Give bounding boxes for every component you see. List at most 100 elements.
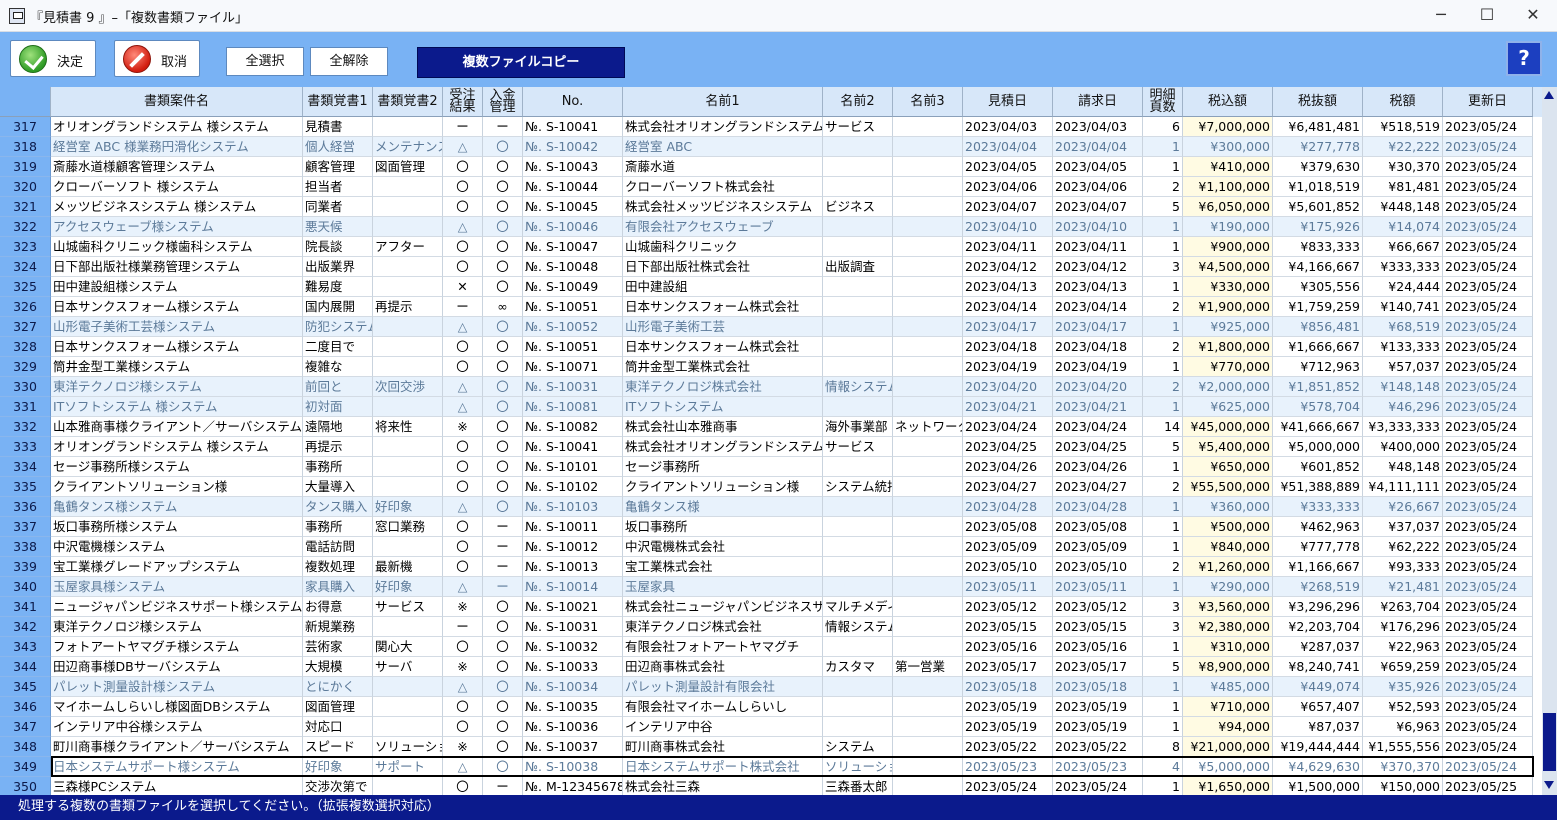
cell-name1: ITソフトシステム — [623, 397, 823, 417]
table-row[interactable]: 317 オリオングランドシステム 様システム 見積書ーー №. S-10041 株式会社… — [0, 117, 1542, 137]
header-name3[interactable]: 名前3 — [893, 87, 963, 117]
cell-name3 — [893, 457, 963, 477]
cell-name1: 田辺商事株式会社 — [623, 657, 823, 677]
app-icon[interactable] — [9, 8, 25, 24]
header-order-result[interactable]: 受注 結果 — [443, 87, 483, 117]
header-updated-date[interactable]: 更新日 — [1443, 87, 1533, 117]
table-row[interactable]: 323 山城歯科クリニック様歯科システム 院長談 アフター〇〇 №. S-10047 山城… — [0, 237, 1542, 257]
table-row[interactable]: 325 田中建設組様システム 難易度 ✕ 〇 №. S-10049 田中建設組 2023/04… — [0, 277, 1542, 297]
table-row[interactable]: 327 山形電子美術工芸様システム 防犯システム △ 〇 №. S-10052 山形電子美術… — [0, 317, 1542, 337]
header-payment[interactable]: 入金 管理 — [483, 87, 523, 117]
header-name1[interactable]: 名前1 — [623, 87, 823, 117]
header-tax[interactable]: 税額 — [1363, 87, 1443, 117]
table-row[interactable]: 341 ニュージャパンビジネスサポート様システム お得意 サービス ※ 〇 №. S-100… — [0, 597, 1542, 617]
header-doc-no[interactable]: No. — [523, 87, 623, 117]
scroll-thumb[interactable] — [1543, 713, 1556, 771]
table-row[interactable]: 347 インテリア中谷様システム 対応口〇〇 №. S-10036 インテリア中谷 202… — [0, 717, 1542, 737]
table-row[interactable]: 344 田辺商事様DBサーバシステム 大規模 サーバ ※ 〇 №. S-10033 田辺商事株… — [0, 657, 1542, 677]
header-invoice-date[interactable]: 請求日 — [1053, 87, 1143, 117]
cell-amount-tax-incl: ¥650,000 — [1183, 457, 1273, 477]
table-row[interactable]: 340 玉屋家具様システム 家具購入 好印象 △ ー №. S-10014 玉屋家具 2023/… — [0, 577, 1542, 597]
vertical-scrollbar[interactable] — [1542, 87, 1557, 795]
cell-memo2: 再提示 — [373, 297, 443, 317]
copy-files-button[interactable]: 複数ファイルコピー — [417, 47, 625, 78]
maximize-icon[interactable]: ☐ — [1464, 0, 1510, 32]
table-row[interactable]: 329 筒井金型工業様システム 複雑な〇〇 №. S-10071 筒井金型工業株式会社 2… — [0, 357, 1542, 377]
cell-row-number: 341 — [0, 597, 51, 617]
cell-memo1: お得意 — [303, 597, 373, 617]
table-row[interactable]: 326 日本サンクスフォーム様システム 国内展開 再提示ー ∞ №. S-10051 日本サ… — [0, 297, 1542, 317]
table-row[interactable]: 342 東洋テクノロジ様システム 新規業務 ー〇 №. S-10031 東洋テクノロジ株式… — [0, 617, 1542, 637]
cell-row-number: 328 — [0, 337, 51, 357]
table-row[interactable]: 349 日本システムサポート様システム 好印象 サポート △ 〇 №. S-10038 日本シ… — [0, 757, 1542, 777]
cell-name1: クライアントソリューション様 — [623, 477, 823, 497]
help-icon[interactable]: ? — [1506, 41, 1542, 76]
table-row[interactable]: 350 三森様PCシステム 交渉次第で 〇ー №. M-123456789 株式会社三森三… — [0, 777, 1542, 797]
header-row-number[interactable] — [0, 87, 51, 117]
select-all-button[interactable]: 全選択 — [226, 47, 304, 76]
table-row[interactable]: 332 山本雅商事様クライアント／サーバシステム 遠隔地 将来性 ※ 〇 №. S-1008… — [0, 417, 1542, 437]
table-row[interactable]: 320 クローバーソフト 様システム 担当者〇〇 №. S-10044 クローバーソフト… — [0, 177, 1542, 197]
table-row[interactable]: 346 マイホームしらいし様図面DBシステム 図面管理〇〇 №. S-10035 有限会… — [0, 697, 1542, 717]
close-icon[interactable]: ✕ — [1510, 0, 1556, 32]
table-row[interactable]: 334 セージ事務所様システム 事務所〇〇 №. S-10101 セージ事務所 2023/… — [0, 457, 1542, 477]
header-name2[interactable]: 名前2 — [823, 87, 893, 117]
minimize-icon[interactable]: ─ — [1418, 0, 1464, 32]
cell-estimate-date: 2023/04/17 — [963, 317, 1053, 337]
cell-memo2: 好印象 — [373, 497, 443, 517]
cell-order-result: 〇 — [443, 717, 483, 737]
scroll-up-icon[interactable] — [1544, 91, 1554, 99]
header-doc-name[interactable]: 書類案件名 — [51, 87, 303, 117]
header-amount-tax-incl[interactable]: 税込額 — [1183, 87, 1273, 117]
cell-tax: ¥68,519 — [1363, 317, 1443, 337]
cell-name2: システム統括 — [823, 477, 893, 497]
header-memo2[interactable]: 書類覚書2 — [373, 87, 443, 117]
table-row[interactable]: 322 アクセスウェーブ様システム 悪天候 △ 〇 №. S-10046 有限会社アクセスウ… — [0, 217, 1542, 237]
deselect-all-button[interactable]: 全解除 — [310, 47, 388, 76]
header-amount-tax-excl[interactable]: 税抜額 — [1273, 87, 1363, 117]
table-row[interactable]: 328 日本サンクスフォーム様システム 二度目で〇〇 №. S-10051 日本サンクス… — [0, 337, 1542, 357]
cell-doc-no: №. S-10043 — [523, 157, 623, 177]
cell-amount-tax-incl: ¥330,000 — [1183, 277, 1273, 297]
document-grid[interactable]: 書類案件名 書類覚書1 書類覚書2 受注 結果 入金 管理 No. 名前1 名前2 名前3 見積日 請求… — [0, 87, 1542, 797]
table-row[interactable]: 348町川商事様クライアント／サーバシステムスピードソリューション※〇№. S-… — [0, 737, 1542, 757]
cell-tax: ¥6,963 — [1363, 717, 1443, 737]
table-row[interactable]: 318 経営室 ABC 様業務円滑化システム 個人経営 メンテナンス △ 〇 №. S-10… — [0, 137, 1542, 157]
table-row[interactable]: 331 ITソフトシステム 様システム 初対面 △ 〇 №. S-10081 ITソフトシス… — [0, 397, 1542, 417]
cell-memo1: 芸術家 — [303, 637, 373, 657]
table-row[interactable]: 321 メッツビジネスシステム 様システム 同業者〇〇 №. S-10045 株式会社メ… — [0, 197, 1542, 217]
cell-doc-no: №. S-10044 — [523, 177, 623, 197]
table-row[interactable]: 339 宝工業様グレードアップシステム 複数処理 最新機〇ー №. S-10013 宝工業… — [0, 557, 1542, 577]
table-row[interactable]: 319 斎藤水道様顧客管理システム 顧客管理 図面管理〇〇 №. S-10043 斎藤水道… — [0, 157, 1542, 177]
cell-name1: 坂口事務所 — [623, 517, 823, 537]
cancel-button[interactable]: 取消 — [114, 40, 200, 77]
header-estimate-date[interactable]: 見積日 — [963, 87, 1053, 117]
cell-amount-tax-excl: ¥578,704 — [1273, 397, 1363, 417]
table-row[interactable]: 324 日下部出版社様業務管理システム 出版業界〇〇 №. S-10048 日下部出版社… — [0, 257, 1542, 277]
table-row[interactable]: 345 パレット測量設計様システム とにかく △ 〇 №. S-10034 パレット測量設計… — [0, 677, 1542, 697]
cell-doc-no: №. S-10051 — [523, 337, 623, 357]
scroll-down-icon[interactable] — [1544, 781, 1554, 789]
table-row[interactable]: 337 坂口事務所様システム 事務所 窓口業務〇ー №. S-10011 坂口事務所 202… — [0, 517, 1542, 537]
header-memo1[interactable]: 書類覚書1 — [303, 87, 373, 117]
cell-tax: ¥30,370 — [1363, 157, 1443, 177]
table-row[interactable]: 333 オリオングランドシステム 様システム 再提示〇〇 №. S-10041 株式会社… — [0, 437, 1542, 457]
cell-order-result: 〇 — [443, 337, 483, 357]
cell-memo1: 事務所 — [303, 457, 373, 477]
table-row[interactable]: 330 東洋テクノロジ様システム 前回と 次回交渉 △ 〇 №. S-10031 東洋テクノロ… — [0, 377, 1542, 397]
cell-payment: 〇 — [483, 417, 523, 437]
cell-memo2 — [373, 397, 443, 417]
table-row[interactable]: 338 中沢電機様システム 電話訪問 〇ー №. S-10012 中沢電機株式会社 2023… — [0, 537, 1542, 557]
ok-button[interactable]: 決定 — [10, 40, 96, 77]
header-page-count[interactable]: 明細 頁数 — [1143, 87, 1183, 117]
cell-tax: ¥370,370 — [1363, 757, 1443, 777]
cell-amount-tax-excl: ¥1,018,519 — [1273, 177, 1363, 197]
cell-name1: 経営室 ABC — [623, 137, 823, 157]
table-row[interactable]: 336 亀鶴タンス様システム タンス購入 好印象 △ 〇 №. S-10103 亀鶴タンス様 2… — [0, 497, 1542, 517]
cell-name1: 株式会社山本雅商事 — [623, 417, 823, 437]
cell-memo2 — [373, 697, 443, 717]
table-row[interactable]: 335 クライアントソリューション様 大量導入〇〇 №. S-10102 クライアントソ… — [0, 477, 1542, 497]
cell-tax: ¥14,074 — [1363, 217, 1443, 237]
cell-name1: 日本システムサポート株式会社 — [623, 757, 823, 777]
table-row[interactable]: 343 フォトアートヤマグチ様システム 芸術家 関心大〇〇 №. S-10032 有限会社… — [0, 637, 1542, 657]
